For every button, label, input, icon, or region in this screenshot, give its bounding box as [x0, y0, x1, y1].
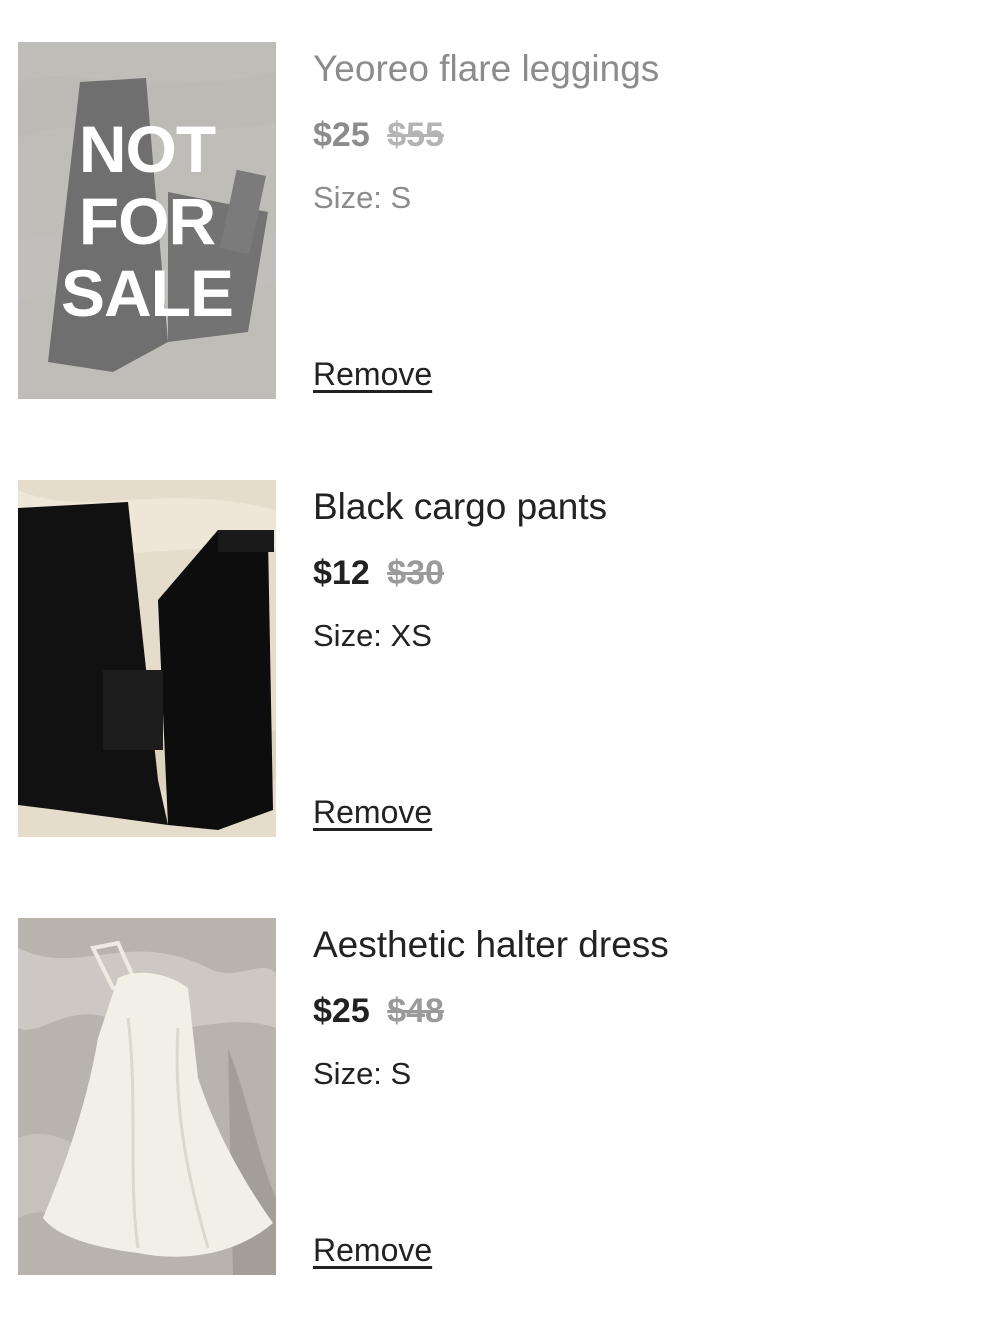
original-price: $48: [387, 992, 444, 1030]
current-price: $12: [313, 554, 370, 592]
item-info: Black cargo pants $12 $30 Size: XS Remov…: [313, 480, 973, 837]
overlay-line-3: SALE: [60, 255, 234, 330]
item-info: Aesthetic halter dress $25 $48 Size: S R…: [313, 918, 973, 1275]
current-price: $25: [313, 116, 370, 154]
product-image[interactable]: [18, 480, 276, 837]
cart-item: NOT FOR SALE Yeoreo flare leggings $25 $…: [0, 42, 1000, 402]
item-title[interactable]: Aesthetic halter dress: [313, 922, 669, 968]
cart-item: Black cargo pants $12 $30 Size: XS Remov…: [0, 480, 1000, 840]
product-image[interactable]: [18, 918, 276, 1275]
original-price: $55: [387, 116, 444, 154]
cart-item: Aesthetic halter dress $25 $48 Size: S R…: [0, 918, 1000, 1278]
item-size: Size: S: [313, 1056, 412, 1091]
overlay-line-2: FOR: [78, 183, 216, 258]
product-image[interactable]: NOT FOR SALE: [18, 42, 276, 399]
cargo-pants-photo: [18, 480, 276, 837]
item-prices: $12 $30: [313, 552, 444, 594]
item-title[interactable]: Black cargo pants: [313, 484, 607, 530]
item-title[interactable]: Yeoreo flare leggings: [313, 46, 659, 92]
not-for-sale-overlay: NOT FOR SALE: [18, 42, 276, 399]
remove-button[interactable]: Remove: [313, 792, 432, 832]
item-info: Yeoreo flare leggings $25 $55 Size: S Re…: [313, 42, 973, 399]
overlay-line-1: NOT: [78, 111, 216, 186]
item-prices: $25 $48: [313, 990, 444, 1032]
halter-dress-photo: [18, 918, 276, 1275]
remove-button[interactable]: Remove: [313, 354, 432, 394]
item-size: Size: S: [313, 180, 412, 215]
current-price: $25: [313, 992, 370, 1030]
remove-button[interactable]: Remove: [313, 1230, 432, 1270]
item-size: Size: XS: [313, 618, 432, 653]
original-price: $30: [387, 554, 444, 592]
item-prices: $25 $55: [313, 114, 444, 156]
